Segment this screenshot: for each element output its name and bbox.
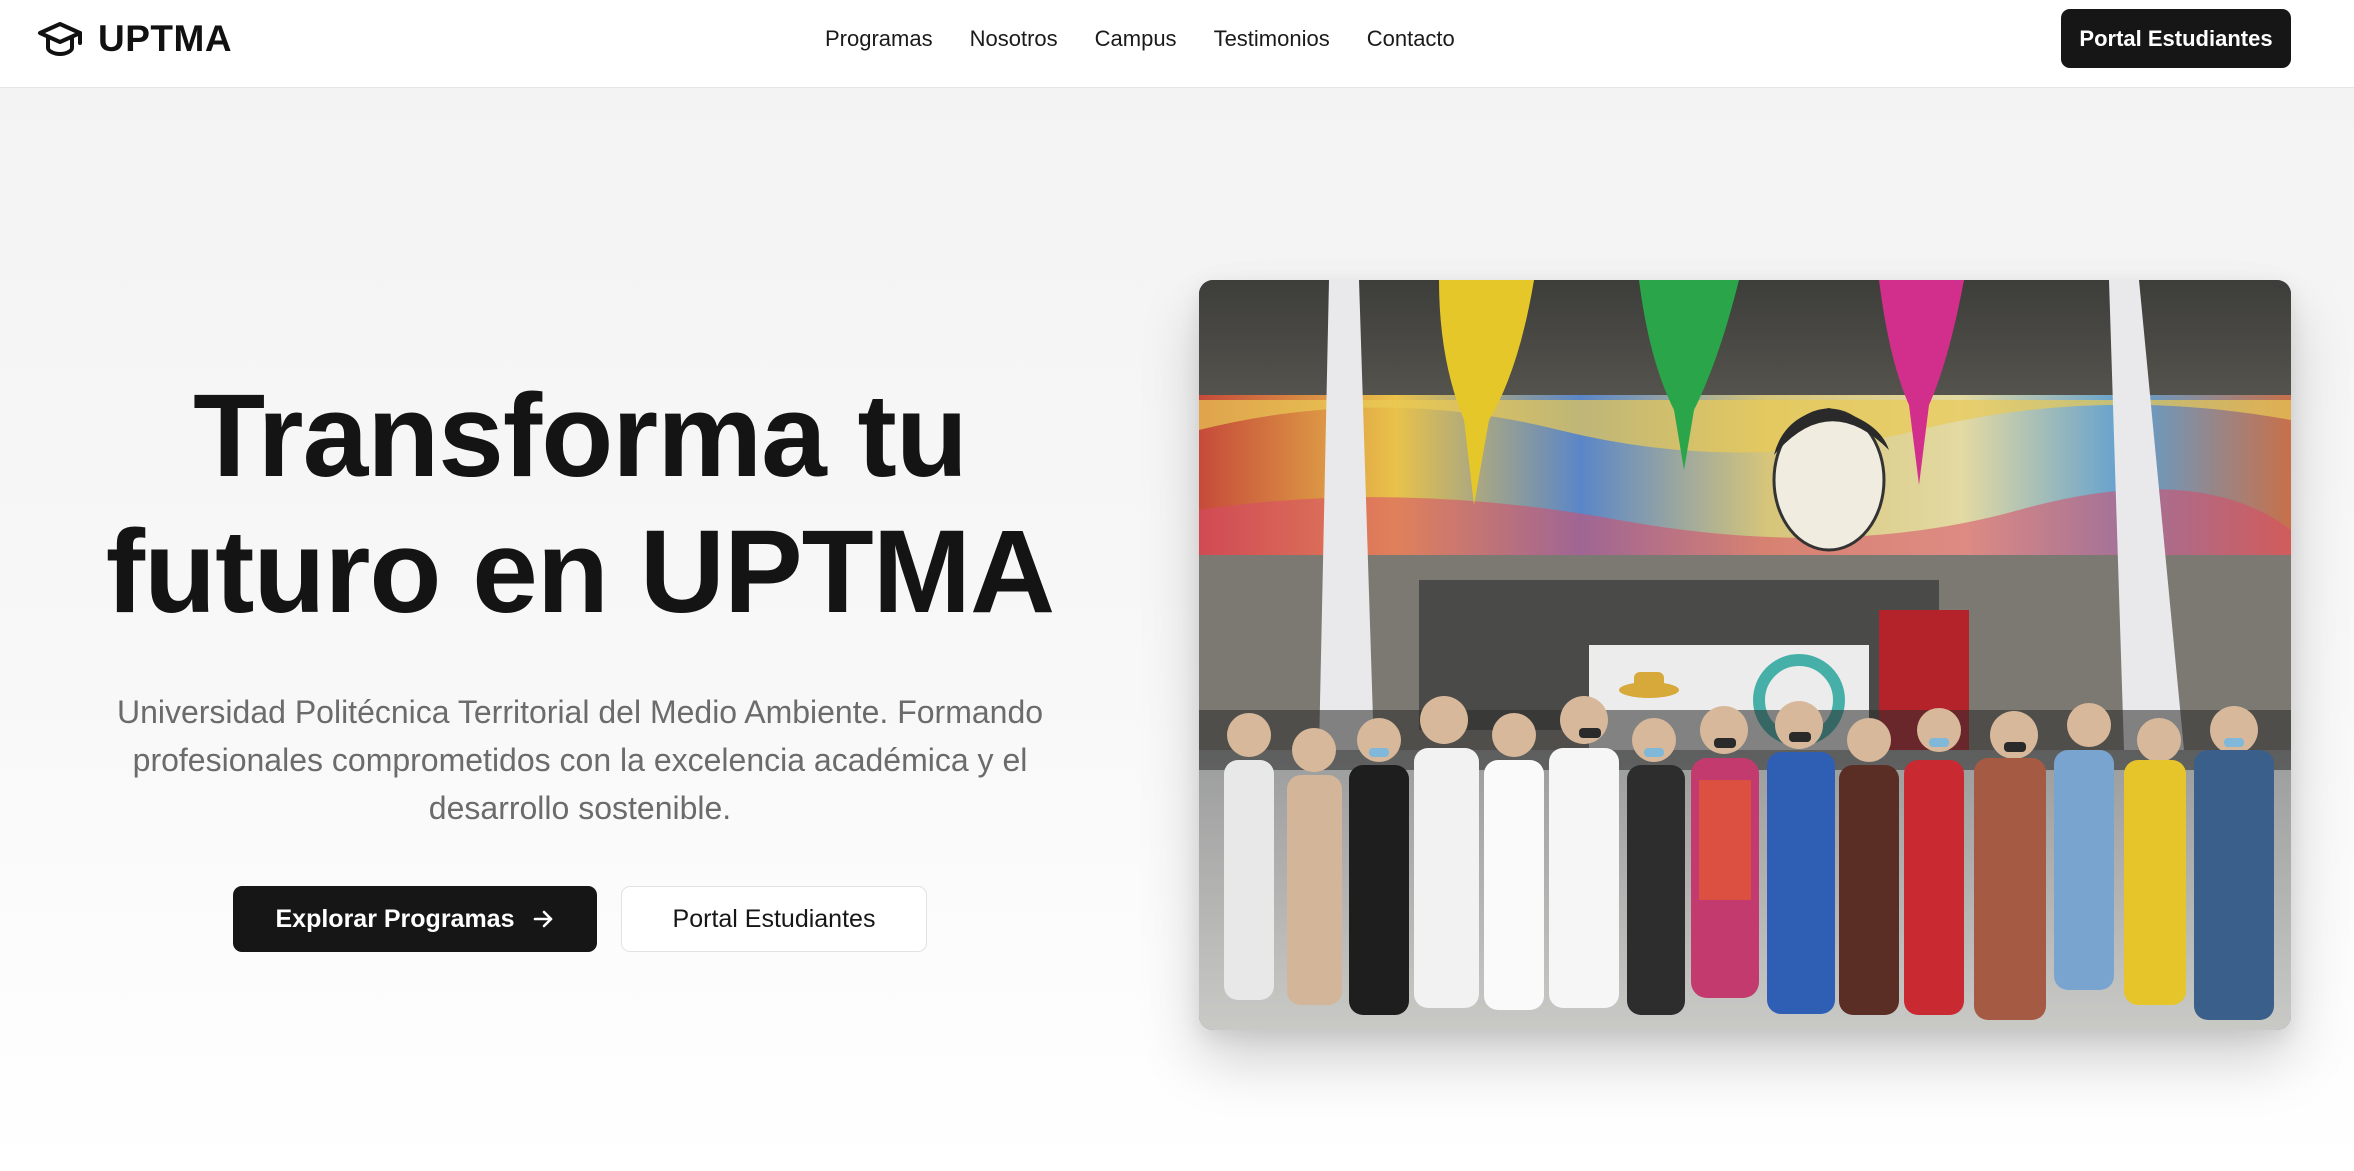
explore-programs-button[interactable]: Explorar Programas [233, 886, 597, 952]
arrow-right-icon [533, 910, 552, 928]
explore-programs-label: Explorar Programas [275, 904, 515, 933]
nav-portal-button[interactable]: Portal Estudiantes [2061, 9, 2291, 68]
main-nav: Programas Nosotros Campus Testimonios Co… [825, 24, 1455, 54]
nav-link-programas[interactable]: Programas [825, 24, 933, 54]
hero-title-line2: futuro en UPTMA [105, 506, 1056, 638]
campus-event-illustration [1199, 280, 2291, 1030]
hero-content: Transforma tu futuro en UPTMA Universida… [80, 368, 1080, 952]
nav-link-nosotros[interactable]: Nosotros [970, 24, 1058, 54]
graduation-cap-icon [38, 22, 82, 56]
brand-logo[interactable]: UPTMA [36, 18, 232, 60]
hero-buttons: Explorar Programas Portal Estudiantes [80, 886, 1080, 952]
hero-section: Transforma tu futuro en UPTMA Universida… [0, 88, 2354, 1171]
navbar: UPTMA Programas Nosotros Campus Testimon… [0, 0, 2354, 88]
brand-name: UPTMA [98, 18, 233, 59]
hero-title-line1: Transforma tu [193, 370, 968, 502]
hero-photo [1199, 280, 2291, 1030]
nav-link-contacto[interactable]: Contacto [1367, 24, 1455, 54]
hero-subtitle: Universidad Politécnica Territorial del … [116, 694, 1044, 826]
hero-title: Transforma tu futuro en UPTMA [80, 368, 1080, 640]
nav-link-testimonios[interactable]: Testimonios [1214, 24, 1330, 54]
nav-link-campus[interactable]: Campus [1095, 24, 1177, 54]
student-portal-button[interactable]: Portal Estudiantes [621, 886, 927, 952]
